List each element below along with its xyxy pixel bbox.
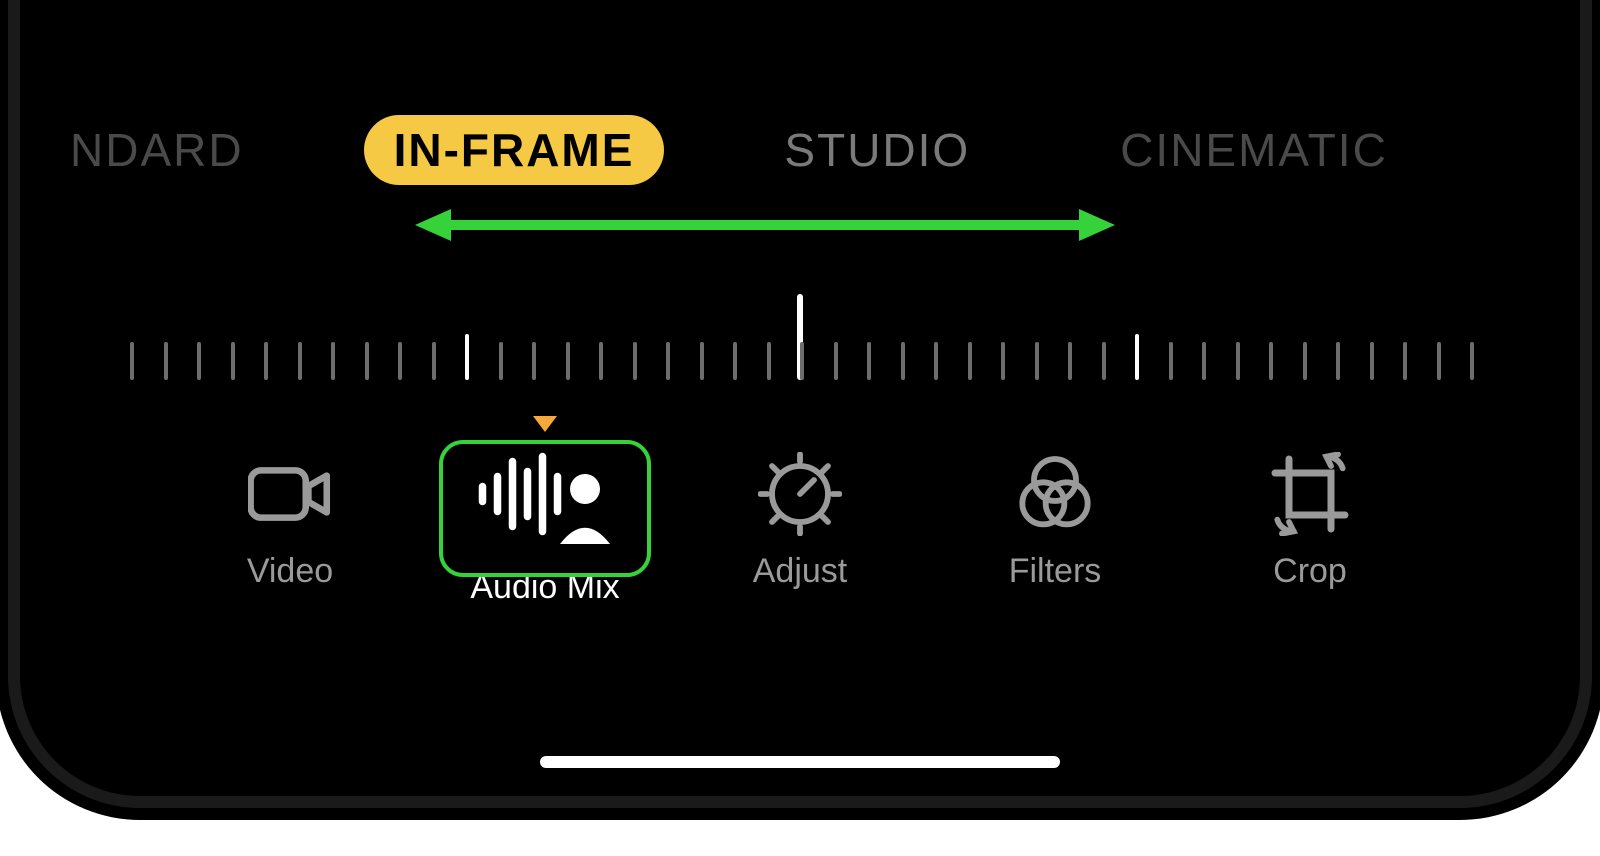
dial-tick <box>532 342 536 380</box>
dial-tick <box>633 342 637 380</box>
audio-mix-mode-picker[interactable]: NDARD IN-FRAME STUDIO CINEMATIC <box>130 110 1470 190</box>
dial-tick <box>700 342 704 380</box>
mode-cinematic[interactable]: CINEMATIC <box>1090 115 1418 185</box>
tool-crop-label: Crop <box>1273 552 1347 591</box>
dial-tick <box>1169 342 1173 380</box>
tool-adjust-label: Adjust <box>753 552 848 591</box>
tool-filters[interactable]: Filters <box>955 450 1155 591</box>
dial-tick <box>599 342 603 380</box>
dial-tick <box>1102 342 1106 380</box>
dial-tick <box>432 342 436 380</box>
dial-tick <box>1336 342 1340 380</box>
dial-tick <box>365 342 369 380</box>
dial-tick <box>398 342 402 380</box>
dial-tick <box>800 342 804 380</box>
mode-studio[interactable]: STUDIO <box>754 115 1000 185</box>
dial-tick <box>934 342 938 380</box>
screen: NDARD IN-FRAME STUDIO CINEMATIC <box>20 0 1580 796</box>
dial-tick <box>1001 342 1005 380</box>
tool-crop[interactable]: Crop <box>1210 450 1410 591</box>
dial-tick <box>1068 342 1072 380</box>
tool-audio-mix-label: Audio Mix <box>470 568 619 607</box>
dial-tick <box>1370 342 1374 380</box>
dial-tick <box>767 342 771 380</box>
dial-tick <box>1269 342 1273 380</box>
edit-tools-tabbar: Video <box>190 450 1410 630</box>
filters-icon <box>1011 450 1099 538</box>
tool-audio-mix[interactable]: Audio Mix <box>445 450 645 607</box>
phone-frame: NDARD IN-FRAME STUDIO CINEMATIC <box>20 0 1580 796</box>
home-indicator[interactable] <box>540 756 1060 768</box>
dial-tick <box>834 342 838 380</box>
dial-tick <box>867 342 871 380</box>
dial-tick <box>1470 342 1474 380</box>
dial-tick <box>499 342 503 380</box>
mode-standard[interactable]: NDARD <box>40 115 274 185</box>
tool-filters-label: Filters <box>1009 552 1102 591</box>
dial-tick <box>331 342 335 380</box>
dial-tick <box>1202 342 1206 380</box>
dial-tick <box>1135 334 1139 380</box>
dial-tick <box>1236 342 1240 380</box>
dial-tick <box>465 334 469 380</box>
video-icon <box>246 450 334 538</box>
swipe-annotation-arrow <box>415 205 1115 245</box>
dial-tick <box>1403 342 1407 380</box>
dial-tick <box>1303 342 1307 380</box>
crop-icon <box>1266 450 1354 538</box>
dial-tick <box>968 342 972 380</box>
dial-tick <box>566 342 570 380</box>
dial-tick <box>298 342 302 380</box>
dial-tick <box>197 342 201 380</box>
dial-tick <box>264 342 268 380</box>
dial-tick <box>1035 342 1039 380</box>
dial-tick <box>164 342 168 380</box>
audio-mix-icon <box>445 434 645 554</box>
dial-tick <box>733 342 737 380</box>
tool-video-label: Video <box>247 552 333 591</box>
tool-adjust[interactable]: Adjust <box>700 450 900 591</box>
dial-tick <box>666 342 670 380</box>
adjust-icon <box>756 450 844 538</box>
dial-tick <box>901 342 905 380</box>
active-caret-icon <box>533 416 557 432</box>
mode-in-frame[interactable]: IN-FRAME <box>364 115 665 185</box>
intensity-dial[interactable] <box>130 310 1470 390</box>
dial-tick <box>231 342 235 380</box>
tool-video[interactable]: Video <box>190 450 390 591</box>
dial-tick <box>1437 342 1441 380</box>
dial-tick <box>130 342 134 380</box>
